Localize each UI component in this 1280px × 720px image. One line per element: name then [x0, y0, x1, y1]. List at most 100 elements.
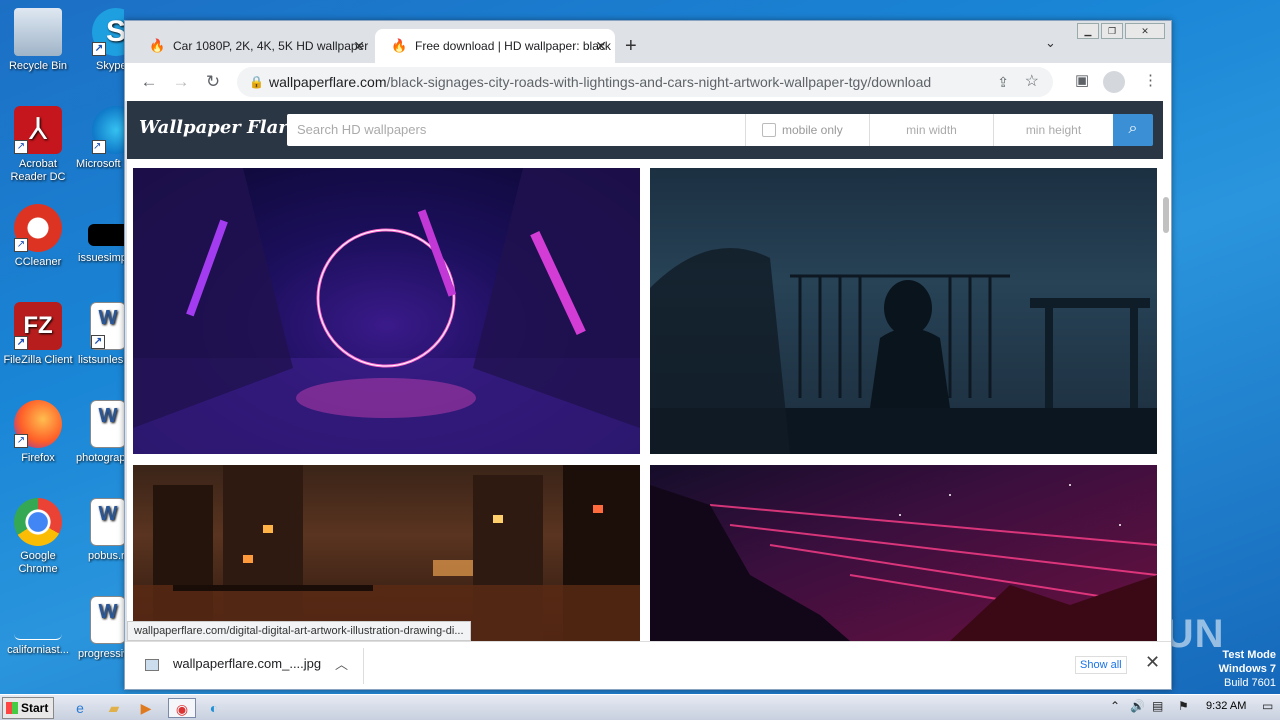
tab-title: Free download | HD wallpaper: black: [415, 39, 611, 53]
download-item[interactable]: wallpaperflare.com_....jpg: [145, 656, 321, 671]
start-button[interactable]: Start: [2, 697, 54, 719]
tab-search-chevron-icon[interactable]: ⌄: [1045, 35, 1056, 51]
desktop-icon-pobus[interactable]: W pobus.r: [72, 498, 124, 563]
divider: [363, 648, 364, 684]
chrome-taskbar-icon[interactable]: ◉: [168, 698, 196, 718]
desktop-icon-label: FileZilla Client: [3, 354, 73, 366]
file-icon: [14, 596, 62, 640]
share-icon[interactable]: ⇪: [997, 67, 1009, 97]
action-center-flag-icon[interactable]: ⚑: [1178, 699, 1189, 713]
close-tab-icon[interactable]: ✕: [353, 29, 365, 63]
url-domain: wallpaperflare.com: [269, 74, 387, 90]
mobile-only-toggle[interactable]: mobile only: [745, 114, 869, 146]
media-player-icon[interactable]: ▶: [136, 698, 156, 718]
lock-icon: 🔒: [249, 75, 264, 89]
tab-free-download[interactable]: 🔥 Free download | HD wallpaper: black ✕: [375, 29, 615, 63]
show-hidden-icons-icon[interactable]: ⌃: [1110, 699, 1120, 713]
firefox-icon: ↗: [14, 400, 62, 448]
edge-icon: ↗: [92, 106, 124, 154]
balcony-girl-image: [650, 168, 1157, 454]
close-download-shelf-icon[interactable]: ✕: [1145, 652, 1160, 673]
min-height-input[interactable]: min height: [993, 114, 1113, 146]
shortcut-arrow-icon: ↗: [14, 140, 28, 154]
shortcut-arrow-icon: ↗: [92, 42, 106, 56]
desktop-icon-photograp[interactable]: W photograp: [72, 400, 124, 465]
wallpaper-thumbnail[interactable]: [133, 465, 640, 641]
desktop-icon-label: Microsoft: [76, 158, 121, 170]
edge-taskbar-icon[interactable]: ◐: [204, 698, 224, 718]
shortcut-arrow-icon: ↗: [14, 434, 28, 448]
explorer-folder-icon[interactable]: ▰: [104, 698, 124, 718]
test-mode-label: Test Mode Windows 7 Build 7601: [1200, 648, 1276, 690]
desktop-icon-chrome[interactable]: Google Chrome: [0, 498, 76, 576]
site-header: Wallpaper Flare Search HD wallpapers mob…: [127, 101, 1163, 159]
tab-title: Car 1080P, 2K, 4K, 5K HD wallpaper: [173, 39, 369, 53]
skype-icon: S ↗: [92, 8, 124, 56]
site-logo[interactable]: Wallpaper Flare: [139, 117, 299, 138]
desktop-icon-skype[interactable]: S ↗ Skype: [72, 8, 124, 73]
close-window-button[interactable]: ✕: [1125, 23, 1165, 39]
new-tab-button[interactable]: +: [625, 35, 637, 58]
desktop-icon-ccleaner[interactable]: ↗ CCleaner: [0, 204, 76, 269]
desktop-icon-listsunles[interactable]: W ↗ listsunles: [72, 302, 124, 367]
search-input[interactable]: Search HD wallpapers: [287, 114, 745, 146]
address-bar[interactable]: 🔒 wallpaperflare.com/black-signages-city…: [237, 67, 1053, 97]
search-icon: ⌕: [1128, 120, 1138, 137]
word-document-icon: W: [90, 596, 124, 644]
night-city-image: [133, 465, 640, 641]
desktop-icon-label: Acrobat Reader DC: [10, 158, 66, 183]
word-document-icon: W: [90, 400, 124, 448]
desktop-icon-recycle-bin[interactable]: Recycle Bin: [0, 8, 76, 73]
taskbar-clock[interactable]: 9:32 AM: [1206, 700, 1246, 712]
desktop-icon-label: photograp: [76, 452, 124, 464]
shortcut-arrow-icon: ↗: [91, 335, 105, 349]
file-icon: [88, 224, 124, 246]
desktop-icon-acrobat[interactable]: ⅄ ↗ Acrobat Reader DC: [0, 106, 76, 184]
min-width-input[interactable]: min width: [869, 114, 993, 146]
desktop-icon-label: progressiv: [78, 648, 124, 660]
forward-arrow-icon[interactable]: →: [169, 71, 193, 95]
show-desktop-icon[interactable]: ▭: [1262, 699, 1273, 713]
back-arrow-icon[interactable]: ←: [137, 71, 161, 95]
profile-avatar-icon[interactable]: [1103, 71, 1125, 93]
recycle-bin-icon: [14, 8, 62, 56]
network-icon[interactable]: ▤: [1152, 699, 1163, 713]
start-label: Start: [21, 701, 49, 715]
side-panel-icon[interactable]: ▣: [1075, 71, 1089, 89]
desktop-icon-label: Firefox: [21, 452, 55, 464]
taskbar: Start e ▰ ▶ ◉ ◐ ⌃ 🔊 ▤ ⚑ 9:32 AM ▭: [0, 694, 1280, 720]
wallpaper-thumbnail[interactable]: [133, 168, 640, 454]
image-file-icon: [145, 658, 159, 671]
desktop-icon-filezilla[interactable]: FZ ↗ FileZilla Client: [0, 302, 76, 367]
test-mode-text: Test Mode: [1222, 649, 1276, 661]
ie-icon[interactable]: e: [70, 698, 90, 718]
desktop-icon-issuesimp[interactable]: issuesimp: [72, 204, 124, 265]
desktop-icon-californiast[interactable]: californiast...: [0, 596, 76, 657]
desktop-icon-label: Skype: [96, 60, 124, 72]
chevron-up-icon[interactable]: ︿: [335, 654, 348, 673]
tab-car-wallpapers[interactable]: 🔥 Car 1080P, 2K, 4K, 5K HD wallpaper ✕: [133, 29, 373, 63]
restore-button[interactable]: ❐: [1101, 23, 1123, 39]
acrobat-icon: ⅄ ↗: [14, 106, 62, 154]
checkbox-icon[interactable]: [762, 123, 776, 137]
volume-icon[interactable]: 🔊: [1130, 699, 1145, 713]
chrome-window: 🔥 Car 1080P, 2K, 4K, 5K HD wallpaper ✕ 🔥…: [124, 20, 1172, 690]
search-button[interactable]: ⌕: [1113, 114, 1153, 146]
desktop-icon-firefox[interactable]: ↗ Firefox: [0, 400, 76, 465]
minimize-button[interactable]: ▁: [1077, 23, 1099, 39]
os-name-text: Windows 7: [1218, 663, 1276, 675]
reload-icon[interactable]: ↻: [201, 71, 225, 95]
desktop-icon-edge[interactable]: ↗ Microsoft: [72, 106, 124, 171]
bookmark-star-icon[interactable]: ☆: [1025, 67, 1039, 97]
page-scrollbar[interactable]: [1163, 197, 1169, 233]
desktop-icon-label: CCleaner: [14, 256, 62, 268]
url-path: /black-signages-city-roads-with-lighting…: [386, 74, 932, 90]
wallpaper-thumbnail[interactable]: [650, 168, 1157, 454]
desktop-icon-progressiv[interactable]: W progressiv: [72, 596, 124, 661]
menu-dots-icon[interactable]: ⋮: [1143, 71, 1158, 89]
desktop-icon-label: californiast...: [7, 644, 69, 656]
close-tab-icon[interactable]: ✕: [595, 29, 607, 63]
wallpaper-thumbnail[interactable]: [650, 465, 1157, 641]
show-all-button[interactable]: Show all: [1075, 656, 1127, 674]
link-hover-status: wallpaperflare.com/digital-digital-art-a…: [127, 621, 471, 641]
